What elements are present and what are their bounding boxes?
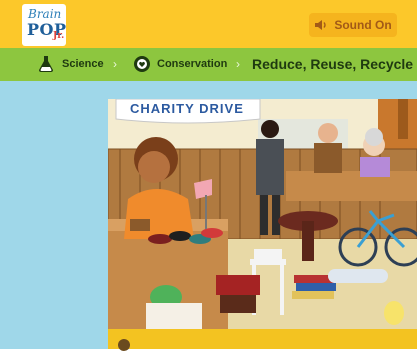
playback-progress-bar[interactable] [108, 329, 417, 351]
sound-toggle-button[interactable]: Sound On [309, 13, 397, 37]
flask-icon [37, 55, 55, 73]
logo-jr-text: Jr. [53, 31, 65, 41]
breadcrumb-item-conservation[interactable]: Conservation [157, 58, 227, 70]
charity-drive-illustration: CHARITY DRIVE [108, 99, 417, 329]
top-bar: Brain POP Jr. Sound On [0, 0, 417, 48]
breadcrumb-separator: › [113, 57, 117, 71]
progress-scrubber-handle[interactable] [118, 339, 130, 351]
sound-toggle-label: Sound On [334, 18, 392, 32]
breadcrumb-separator: › [236, 57, 240, 71]
breadcrumb: Science › Conservation › Reduce, Reuse, … [0, 48, 417, 81]
movie-scene[interactable]: CHARITY DRIVE [108, 99, 417, 329]
breadcrumb-item-science[interactable]: Science [62, 58, 104, 70]
banner-text: CHARITY DRIVE [130, 101, 244, 116]
brainpop-jr-logo[interactable]: Brain POP Jr. [22, 4, 66, 46]
page-title: Reduce, Reuse, Recycle [252, 56, 414, 72]
conservation-icon [133, 55, 151, 73]
speaker-icon [314, 19, 328, 31]
logo-brain-text: Brain [28, 7, 62, 21]
